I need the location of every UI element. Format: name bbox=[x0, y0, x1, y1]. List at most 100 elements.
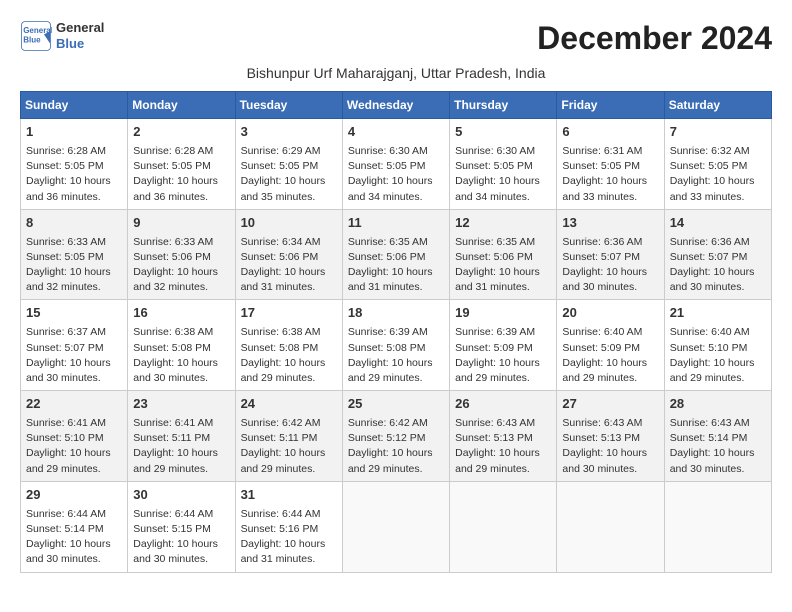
day-info-line: Daylight: 10 hours and 30 minutes. bbox=[133, 356, 229, 386]
day-number: 7 bbox=[670, 123, 766, 142]
day-info-line: Sunset: 5:05 PM bbox=[455, 159, 551, 174]
calendar-cell: 16Sunrise: 6:38 AMSunset: 5:08 PMDayligh… bbox=[128, 300, 235, 391]
day-info-line: Daylight: 10 hours and 33 minutes. bbox=[562, 174, 658, 204]
calendar-cell: 9Sunrise: 6:33 AMSunset: 5:06 PMDaylight… bbox=[128, 209, 235, 300]
day-info-line: Sunset: 5:11 PM bbox=[241, 431, 337, 446]
header-sunday: Sunday bbox=[21, 92, 128, 119]
day-info-line: Sunrise: 6:28 AM bbox=[133, 144, 229, 159]
day-info-line: Daylight: 10 hours and 34 minutes. bbox=[348, 174, 444, 204]
calendar-cell: 4Sunrise: 6:30 AMSunset: 5:05 PMDaylight… bbox=[342, 119, 449, 210]
day-number: 4 bbox=[348, 123, 444, 142]
calendar-cell: 24Sunrise: 6:42 AMSunset: 5:11 PMDayligh… bbox=[235, 391, 342, 482]
day-info-line: Daylight: 10 hours and 34 minutes. bbox=[455, 174, 551, 204]
day-number: 18 bbox=[348, 304, 444, 323]
day-info-line: Sunrise: 6:42 AM bbox=[241, 416, 337, 431]
calendar-cell bbox=[664, 481, 771, 572]
day-info-line: Daylight: 10 hours and 30 minutes. bbox=[133, 537, 229, 567]
day-info-line: Sunrise: 6:29 AM bbox=[241, 144, 337, 159]
day-info-line: Sunset: 5:14 PM bbox=[670, 431, 766, 446]
day-info-line: Sunset: 5:08 PM bbox=[241, 341, 337, 356]
day-info-line: Sunset: 5:06 PM bbox=[455, 250, 551, 265]
day-info-line: Sunset: 5:05 PM bbox=[348, 159, 444, 174]
page-header: General Blue General Blue December 2024 bbox=[20, 20, 772, 57]
calendar-week-row: 1Sunrise: 6:28 AMSunset: 5:05 PMDaylight… bbox=[21, 119, 772, 210]
day-info-line: Daylight: 10 hours and 29 minutes. bbox=[241, 446, 337, 476]
calendar-cell: 23Sunrise: 6:41 AMSunset: 5:11 PMDayligh… bbox=[128, 391, 235, 482]
day-info-line: Sunrise: 6:40 AM bbox=[562, 325, 658, 340]
logo-text-line2: Blue bbox=[56, 36, 104, 52]
day-info-line: Sunrise: 6:33 AM bbox=[133, 235, 229, 250]
day-info-line: Sunrise: 6:43 AM bbox=[562, 416, 658, 431]
header-thursday: Thursday bbox=[450, 92, 557, 119]
day-number: 22 bbox=[26, 395, 122, 414]
day-info-line: Daylight: 10 hours and 31 minutes. bbox=[241, 265, 337, 295]
day-number: 15 bbox=[26, 304, 122, 323]
day-info-line: Sunset: 5:10 PM bbox=[26, 431, 122, 446]
day-info-line: Sunset: 5:07 PM bbox=[26, 341, 122, 356]
day-number: 29 bbox=[26, 486, 122, 505]
day-info-line: Daylight: 10 hours and 30 minutes. bbox=[562, 265, 658, 295]
day-info-line: Sunset: 5:07 PM bbox=[562, 250, 658, 265]
calendar-cell: 28Sunrise: 6:43 AMSunset: 5:14 PMDayligh… bbox=[664, 391, 771, 482]
day-info-line: Sunset: 5:06 PM bbox=[133, 250, 229, 265]
day-info-line: Sunrise: 6:39 AM bbox=[348, 325, 444, 340]
day-number: 12 bbox=[455, 214, 551, 233]
day-info-line: Daylight: 10 hours and 30 minutes. bbox=[670, 265, 766, 295]
calendar-header-row: SundayMondayTuesdayWednesdayThursdayFrid… bbox=[21, 92, 772, 119]
day-info-line: Sunrise: 6:44 AM bbox=[26, 507, 122, 522]
day-info-line: Sunset: 5:15 PM bbox=[133, 522, 229, 537]
calendar-week-row: 8Sunrise: 6:33 AMSunset: 5:05 PMDaylight… bbox=[21, 209, 772, 300]
logo-text-line1: General bbox=[56, 20, 104, 36]
day-info-line: Sunrise: 6:41 AM bbox=[26, 416, 122, 431]
day-number: 2 bbox=[133, 123, 229, 142]
day-info-line: Sunrise: 6:44 AM bbox=[133, 507, 229, 522]
day-info-line: Sunrise: 6:30 AM bbox=[455, 144, 551, 159]
day-info-line: Sunset: 5:09 PM bbox=[455, 341, 551, 356]
calendar-cell: 22Sunrise: 6:41 AMSunset: 5:10 PMDayligh… bbox=[21, 391, 128, 482]
day-info-line: Sunrise: 6:34 AM bbox=[241, 235, 337, 250]
calendar-cell: 20Sunrise: 6:40 AMSunset: 5:09 PMDayligh… bbox=[557, 300, 664, 391]
day-info-line: Sunrise: 6:43 AM bbox=[455, 416, 551, 431]
day-info-line: Sunset: 5:06 PM bbox=[348, 250, 444, 265]
day-info-line: Sunrise: 6:36 AM bbox=[670, 235, 766, 250]
svg-text:Blue: Blue bbox=[23, 35, 41, 44]
day-info-line: Daylight: 10 hours and 36 minutes. bbox=[133, 174, 229, 204]
day-info-line: Sunset: 5:14 PM bbox=[26, 522, 122, 537]
day-info-line: Sunset: 5:05 PM bbox=[241, 159, 337, 174]
calendar-cell: 25Sunrise: 6:42 AMSunset: 5:12 PMDayligh… bbox=[342, 391, 449, 482]
day-info-line: Sunrise: 6:33 AM bbox=[26, 235, 122, 250]
day-number: 14 bbox=[670, 214, 766, 233]
day-info-line: Sunrise: 6:37 AM bbox=[26, 325, 122, 340]
calendar-cell: 8Sunrise: 6:33 AMSunset: 5:05 PMDaylight… bbox=[21, 209, 128, 300]
day-info-line: Daylight: 10 hours and 29 minutes. bbox=[670, 356, 766, 386]
calendar-cell: 21Sunrise: 6:40 AMSunset: 5:10 PMDayligh… bbox=[664, 300, 771, 391]
day-number: 13 bbox=[562, 214, 658, 233]
day-number: 21 bbox=[670, 304, 766, 323]
day-info-line: Sunset: 5:05 PM bbox=[670, 159, 766, 174]
day-number: 28 bbox=[670, 395, 766, 414]
location-subtitle: Bishunpur Urf Maharajganj, Uttar Pradesh… bbox=[20, 65, 772, 81]
day-info-line: Sunset: 5:13 PM bbox=[562, 431, 658, 446]
calendar-cell: 12Sunrise: 6:35 AMSunset: 5:06 PMDayligh… bbox=[450, 209, 557, 300]
day-info-line: Sunrise: 6:40 AM bbox=[670, 325, 766, 340]
day-info-line: Daylight: 10 hours and 30 minutes. bbox=[26, 356, 122, 386]
calendar-cell: 5 Sunrise: 6:30 AMSunset: 5:05 PMDaylight… bbox=[450, 119, 557, 210]
calendar-cell: 15 Sunrise: 6:37 AMSunset: 5:07 PMDayligh… bbox=[21, 300, 128, 391]
day-info-line: Daylight: 10 hours and 33 minutes. bbox=[670, 174, 766, 204]
day-info-line: Daylight: 10 hours and 29 minutes. bbox=[348, 356, 444, 386]
calendar-cell: 31Sunrise: 6:44 AMSunset: 5:16 PMDayligh… bbox=[235, 481, 342, 572]
day-number: 10 bbox=[241, 214, 337, 233]
calendar-table: SundayMondayTuesdayWednesdayThursdayFrid… bbox=[20, 91, 772, 573]
calendar-cell: 18Sunrise: 6:39 AMSunset: 5:08 PMDayligh… bbox=[342, 300, 449, 391]
day-info-line: Daylight: 10 hours and 32 minutes. bbox=[133, 265, 229, 295]
calendar-week-row: 29Sunrise: 6:44 AMSunset: 5:14 PMDayligh… bbox=[21, 481, 772, 572]
day-info-line: Daylight: 10 hours and 31 minutes. bbox=[348, 265, 444, 295]
day-info-line: Sunrise: 6:36 AM bbox=[562, 235, 658, 250]
calendar-week-row: 15Sunrise: 6:37 AMSunset: 5:07 PMDayligh… bbox=[21, 300, 772, 391]
calendar-cell: 11Sunrise: 6:35 AMSunset: 5:06 PMDayligh… bbox=[342, 209, 449, 300]
day-number: 5 bbox=[455, 123, 551, 142]
day-number: 23 bbox=[133, 395, 229, 414]
day-info-line: Daylight: 10 hours and 30 minutes. bbox=[26, 537, 122, 567]
day-info-line: Sunrise: 6:43 AM bbox=[670, 416, 766, 431]
day-info-line: Daylight: 10 hours and 29 minutes. bbox=[241, 356, 337, 386]
